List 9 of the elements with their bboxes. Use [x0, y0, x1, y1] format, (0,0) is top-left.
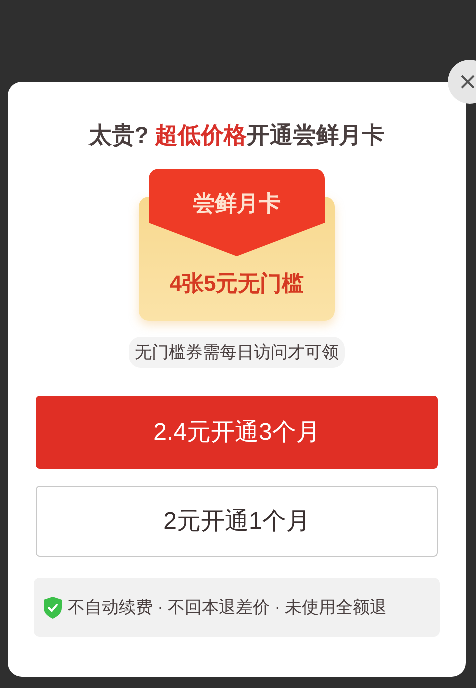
buy-button[interactable]: 2元开通1个月	[36, 486, 438, 557]
card-name: 尝鲜月卡	[193, 190, 281, 218]
close-icon	[460, 74, 476, 90]
card-offer: 4张5元无门槛	[170, 270, 304, 298]
buy-button[interactable]: 2.4元开通3个月	[36, 396, 438, 469]
shield-check-icon	[42, 596, 64, 620]
guarantee-text: 不自动续费 · 不回本退差价 · 未使用全额退	[68, 596, 388, 619]
dialog-title: 太贵? 超低价格开通尝鲜月卡	[88, 121, 386, 150]
note-pill: 无门槛券需每日访问才可领	[129, 336, 345, 368]
